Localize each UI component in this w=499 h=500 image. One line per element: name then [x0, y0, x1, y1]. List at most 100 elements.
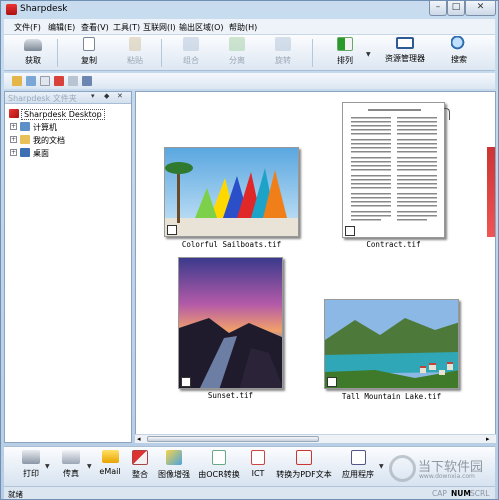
- rotate-button[interactable]: 旋转: [266, 36, 300, 70]
- convert-pdf-text-button[interactable]: 转换为PDF文本: [276, 449, 332, 483]
- scroll-right-icon[interactable]: ▸: [486, 435, 490, 443]
- ict-icon: [251, 450, 265, 465]
- image-enhance-button[interactable]: 图像增强: [156, 449, 192, 483]
- status-cap: CAP: [432, 489, 447, 498]
- tree-item-sharpdesk-desktop[interactable]: Sharpdesk Desktop: [5, 108, 109, 120]
- pdf-icon: [296, 450, 312, 465]
- fax-dropdown-icon[interactable]: ▼: [87, 463, 92, 470]
- delete-icon[interactable]: [54, 76, 64, 86]
- menu-output-area[interactable]: 输出区域(O): [179, 22, 224, 33]
- page-curl-marker: [444, 108, 450, 120]
- tif-file-icon: [327, 377, 337, 387]
- image-preview: [178, 257, 283, 389]
- partial-thumbnail: [487, 147, 495, 237]
- email-button[interactable]: eMail: [96, 449, 124, 483]
- explorer-button[interactable]: 资源管理器: [380, 36, 430, 70]
- new-folder-icon[interactable]: [40, 76, 50, 86]
- image-enhance-icon: [166, 450, 182, 465]
- combine-icon: [183, 37, 199, 51]
- watermark: 当下软件园 www.downxia.com: [389, 455, 497, 485]
- print-button[interactable]: 打印: [18, 449, 44, 483]
- menu-bar: 文件(F) 编辑(E) 查看(V) 工具(T) 互联网(I) 输出区域(O) 帮…: [4, 19, 495, 35]
- print-dropdown-icon[interactable]: ▼: [45, 463, 50, 470]
- horizontal-scrollbar[interactable]: ◂ ▸: [135, 434, 496, 443]
- main-window: Sharpdesk – □ ✕ 文件(F) 编辑(E) 查看(V) 工具(T) …: [0, 0, 499, 500]
- separate-button[interactable]: 分离: [220, 36, 254, 70]
- search-icon: [451, 36, 467, 52]
- expand-icon[interactable]: +: [10, 123, 17, 130]
- toolbar-separator: [312, 39, 313, 67]
- menu-file[interactable]: 文件(F): [14, 22, 41, 33]
- folder-panel-header: Sharpdesk 文件夹 ▾ ◆ ✕: [5, 92, 131, 104]
- printer-icon: [22, 450, 40, 464]
- application-button[interactable]: 应用程序: [338, 449, 378, 483]
- scrollbar-thumb[interactable]: [147, 436, 319, 442]
- ict-button[interactable]: ICT: [246, 449, 270, 483]
- separate-icon: [229, 37, 245, 51]
- copy-button[interactable]: 复制: [72, 36, 106, 70]
- application-dropdown-icon[interactable]: ▼: [379, 463, 384, 470]
- integrate-icon: [132, 450, 148, 465]
- panel-pin-icon[interactable]: ◆: [104, 92, 109, 100]
- maximize-button[interactable]: □: [447, 1, 465, 16]
- fax-button[interactable]: 传真: [56, 449, 86, 483]
- folder-open-icon[interactable]: [12, 76, 22, 86]
- properties-icon[interactable]: [68, 76, 78, 86]
- combine-button[interactable]: 组合: [174, 36, 208, 70]
- search-button[interactable]: 搜索: [442, 36, 476, 70]
- documents-icon: [20, 135, 30, 144]
- explorer-icon: [396, 37, 414, 49]
- menu-internet[interactable]: 互联网(I): [143, 22, 176, 33]
- ocr-convert-button[interactable]: 由OCR转换: [198, 449, 240, 483]
- application-icon: [350, 450, 366, 465]
- arrange-icon: [337, 37, 353, 51]
- close-button[interactable]: ✕: [465, 1, 496, 16]
- status-num: NUM: [451, 489, 471, 498]
- view-options-icon[interactable]: [82, 76, 92, 86]
- tif-file-icon: [345, 226, 355, 236]
- arrange-dropdown-icon[interactable]: ▼: [366, 51, 371, 58]
- toolbar-separator: [57, 39, 58, 67]
- image-preview: [164, 147, 299, 237]
- computer-icon: [20, 122, 30, 131]
- toolbar-separator: [161, 39, 162, 67]
- fax-icon: [62, 450, 80, 464]
- window-title: Sharpdesk: [20, 4, 68, 14]
- expand-icon[interactable]: +: [10, 149, 17, 156]
- file-view: Colorful Sailboats.tif Contract.tif Suns…: [135, 91, 496, 443]
- tree-item-computer[interactable]: + 计算机: [5, 121, 75, 133]
- menu-help[interactable]: 帮助(H): [229, 22, 257, 33]
- tree-item-desktop[interactable]: + 桌面: [5, 147, 75, 159]
- acquire-button[interactable]: 获取: [16, 36, 50, 70]
- app-icon: [6, 4, 17, 15]
- paste-button[interactable]: 粘贴: [118, 36, 152, 70]
- scanner-icon: [24, 39, 42, 51]
- panel-dropdown-icon[interactable]: ▾: [91, 92, 95, 100]
- arrange-button[interactable]: 排列: [328, 36, 362, 70]
- status-text: 就绪: [8, 490, 23, 499]
- desktop-icon: [20, 148, 30, 157]
- expand-icon[interactable]: +: [10, 136, 17, 143]
- integrate-button[interactable]: 整合: [127, 449, 153, 483]
- sharpdesk-icon: [9, 109, 19, 118]
- rotate-icon: [275, 37, 291, 51]
- panel-close-icon[interactable]: ✕: [117, 92, 123, 100]
- scroll-left-icon[interactable]: ◂: [137, 435, 141, 443]
- watermark-logo-icon: [389, 455, 416, 482]
- paste-icon: [129, 37, 141, 51]
- copy-icon: [83, 37, 95, 51]
- up-folder-icon[interactable]: [26, 76, 36, 86]
- tif-file-icon: [181, 377, 191, 387]
- menu-edit[interactable]: 编辑(E): [48, 22, 75, 33]
- menu-view[interactable]: 查看(V): [81, 22, 109, 33]
- folder-panel-title: Sharpdesk 文件夹: [8, 94, 77, 103]
- email-icon: [101, 450, 119, 463]
- status-bar: 就绪 CAP NUM SCRL: [4, 486, 495, 499]
- main-toolbar: 获取 复制 粘贴 组合 分离 旋转 排列 ▼ 资源管理器 搜索: [4, 35, 495, 71]
- tif-file-icon: [167, 225, 177, 235]
- title-bar: Sharpdesk – □ ✕: [1, 1, 498, 19]
- menu-tools[interactable]: 工具(T): [113, 22, 140, 33]
- image-preview: [324, 299, 459, 389]
- tree-item-my-documents[interactable]: + 我的文档: [5, 134, 75, 146]
- minimize-button[interactable]: –: [429, 1, 447, 16]
